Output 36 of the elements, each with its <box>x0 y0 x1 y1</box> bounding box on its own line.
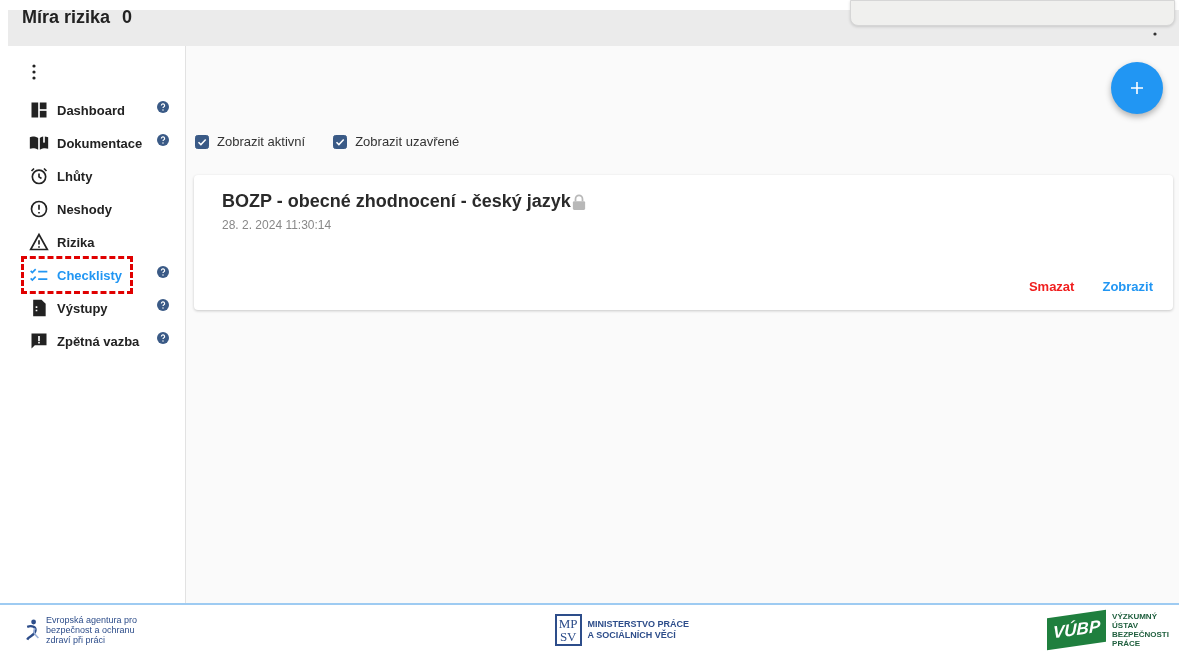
sidebar-item[interactable]: Lhůty <box>21 164 142 188</box>
warning-icon <box>29 232 49 252</box>
institute-logo: VÚBP <box>1046 609 1107 651</box>
delete-link[interactable]: Smazat <box>1028 279 1075 294</box>
add-button[interactable] <box>1111 62 1163 114</box>
checklist-title: BOZP - obecné zhodnocení - český jazyk <box>222 191 571 212</box>
ministry-logo: MP SV <box>554 614 582 646</box>
help-icon[interactable] <box>157 299 169 311</box>
dashboard-icon <box>29 100 49 120</box>
agency-name: Evropská agentura pro bezpečnost a ochranu zdraví při práci <box>46 615 138 645</box>
checkbox[interactable] <box>333 134 348 149</box>
checkbox[interactable] <box>195 134 209 149</box>
sidebar-item[interactable]: Zpětná vazba <box>21 329 142 353</box>
institute-name: VÝZKUMNÝ ÚSTAV BEZPEČNOSTI PRÁCE <box>1112 612 1169 648</box>
sidebar-item[interactable]: Výstupy <box>21 296 142 320</box>
sidebar-item[interactable]: Neshody <box>21 197 142 221</box>
help-icon[interactable] <box>157 332 169 344</box>
dot-icon <box>1153 32 1157 36</box>
alarm-clock-icon <box>29 166 49 186</box>
checkbox-label: Zobrazit uzavřené <box>355 134 460 149</box>
plus-icon <box>1129 80 1145 96</box>
risk-value: 0 <box>122 7 133 28</box>
checklist-date: 28. 2. 2024 11:30:14 <box>222 218 333 232</box>
more-icon[interactable] <box>32 64 36 80</box>
figure-logo-icon <box>24 617 40 643</box>
help-icon[interactable] <box>157 134 169 146</box>
help-icon[interactable] <box>157 101 169 113</box>
exclamation-circle-icon <box>29 199 49 219</box>
feedback-icon <box>29 331 49 351</box>
sidebar-item[interactable]: Dashboard <box>21 98 142 122</box>
risk-title: Míra rizika <box>22 7 111 28</box>
help-icon[interactable] <box>157 266 169 278</box>
ministry-name: MINISTERSTVO PRÁCE A SOCIÁLNÍCH VĚCÍ <box>587 619 690 641</box>
sidebar-item[interactable]: Rizika <box>21 230 142 254</box>
checkbox-label: Zobrazit aktivní <box>217 134 306 149</box>
sidebar-item[interactable]: Dokumentace <box>21 131 142 155</box>
